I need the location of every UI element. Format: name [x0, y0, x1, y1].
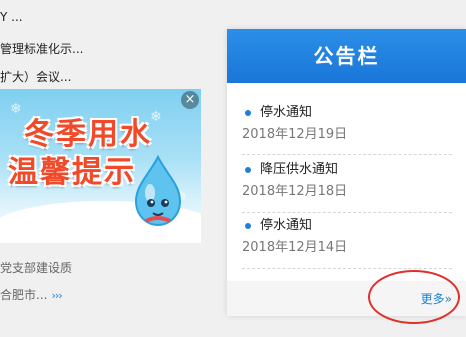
notice-date: 2018年12月19日	[242, 127, 348, 142]
notice-item[interactable]: 降压供水通知 2018年12月18日	[242, 161, 452, 201]
divider	[242, 154, 452, 155]
notice-item[interactable]: 停水通知 2018年12月19日	[242, 104, 452, 144]
bullet-icon	[245, 223, 251, 229]
bulletin-panel: 公告栏 停水通知 2018年12月19日 降压供水通知 2018年12月18日 …	[227, 29, 466, 316]
notice-title-text: 停水通知	[260, 105, 313, 120]
notice-item[interactable]: 停水通知 2018年12月14日	[242, 217, 452, 257]
notice-title[interactable]: 停水通知	[242, 217, 452, 235]
notice-title-text: 降压供水通知	[260, 162, 339, 177]
divider	[242, 268, 452, 269]
news-item[interactable]: Y ...	[0, 10, 23, 24]
divider	[242, 212, 452, 213]
news-item[interactable]: 管理标准化示...	[0, 40, 83, 57]
news-item[interactable]: 扩大）会议...	[0, 68, 71, 85]
page: Y ... 管理标准化示... 扩大）会议... ❄ ❄ ❄ ❄ 冬季用水 温馨…	[0, 0, 466, 337]
bullet-icon	[245, 110, 251, 116]
close-icon[interactable]: ×	[181, 91, 199, 109]
winter-tips-banner[interactable]: ❄ ❄ ❄ ❄ 冬季用水 温馨提示	[0, 89, 201, 243]
notice-title[interactable]: 停水通知	[242, 104, 452, 122]
more-link[interactable]: 更多»	[421, 290, 452, 307]
bullet-icon	[245, 167, 251, 173]
news-item-label: 合肥市...	[0, 288, 48, 302]
more-arrows-icon[interactable]: ›››	[51, 289, 62, 302]
bulletin-footer: 更多»	[227, 281, 466, 316]
notice-title[interactable]: 降压供水通知	[242, 161, 452, 179]
water-drop-mascot-icon	[134, 155, 182, 227]
news-item[interactable]: 合肥市... ›››	[0, 286, 63, 303]
notice-date: 2018年12月14日	[242, 240, 348, 255]
notice-date: 2018年12月18日	[242, 184, 348, 199]
notice-title-text: 停水通知	[260, 218, 313, 233]
bulletin-title: 公告栏	[227, 29, 466, 83]
news-item[interactable]: 党支部建设质	[0, 259, 72, 276]
snowflake-icon: ❄	[10, 101, 22, 117]
banner-title-line2: 温馨提示	[8, 155, 136, 190]
